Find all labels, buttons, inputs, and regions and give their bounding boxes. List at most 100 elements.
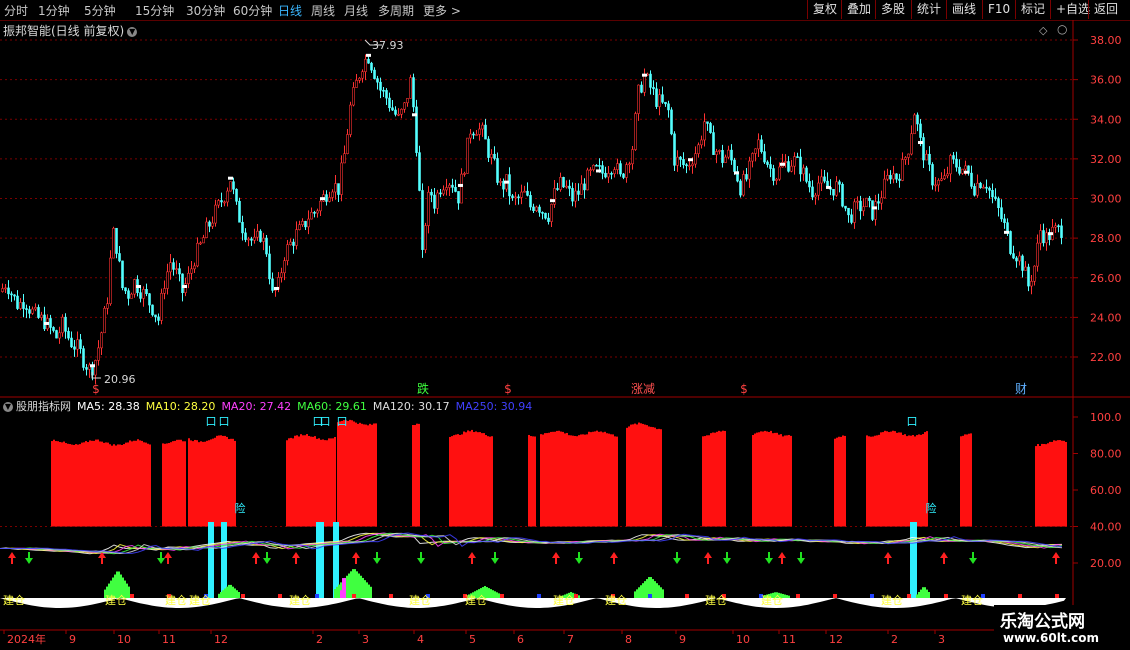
indicator-panel: 口口口口口口险 险建仓 建仓 建仓 建仓 建仓 建仓 建仓 建仓 建仓 建仓 建仓 建仓 建仓 (0, 415, 1067, 608)
candle-body (190, 268, 193, 274)
period-item[interactable]: 1分钟 (38, 2, 70, 19)
indicator-bar (369, 423, 371, 527)
candle-body (217, 200, 220, 206)
candle-body (418, 152, 421, 191)
indicator-bar (59, 441, 61, 527)
candle-body (982, 186, 985, 189)
multi-stock-button[interactable]: 多股 (875, 0, 910, 19)
candle-body (19, 302, 22, 309)
statistics-button[interactable]: 统计 (911, 0, 946, 19)
candle-body (934, 184, 937, 187)
chevron-down-icon[interactable]: ▼ (127, 26, 138, 37)
histogram-bar (358, 573, 360, 598)
indicator-bar (459, 434, 461, 527)
indicator-bar (375, 423, 377, 527)
candle-body (664, 101, 667, 105)
period-item[interactable]: 周线 (311, 2, 335, 19)
circle-icon[interactable]: ○ (1057, 22, 1067, 36)
candle-body (520, 191, 523, 198)
period-item[interactable]: 5分钟 (84, 2, 116, 19)
period-item[interactable]: 30分钟 (186, 2, 225, 19)
candle-body (634, 113, 637, 150)
histogram-bar (494, 591, 496, 598)
chevron-down-icon[interactable]: ▼ (3, 402, 13, 412)
candle-body (814, 194, 817, 198)
indicator-bar (135, 440, 137, 527)
event-marker: $ (740, 382, 748, 396)
indicator-bar (318, 438, 320, 527)
price-marker (964, 170, 969, 174)
indicator-bar (870, 436, 872, 527)
build-marker: 建仓 (105, 593, 127, 607)
indicator-bar (192, 441, 194, 527)
diamond-icon[interactable]: ◇ (1039, 24, 1047, 37)
indicator-bar (412, 425, 414, 527)
indicator-label: 80.00 (1090, 448, 1122, 461)
indicator-bar (477, 432, 479, 527)
indicator-bar (330, 438, 332, 527)
indicator-bar (550, 431, 552, 527)
candle-body (862, 206, 865, 212)
overlay-button[interactable]: 叠加 (841, 0, 876, 19)
candle-body (931, 164, 934, 186)
candle-body (613, 169, 616, 174)
candle-body (577, 190, 580, 195)
indicator-bar (79, 444, 81, 527)
indicator-bar (109, 444, 111, 527)
down-arrow (797, 552, 805, 564)
indicator-bar (1053, 440, 1055, 527)
candle-body (793, 156, 796, 167)
indicator-bar (1065, 441, 1067, 527)
indicator-title[interactable]: ▼ 股朋指标网 MA5: 28.38 MA10: 28.20 MA20: 27.42 MA… (3, 398, 538, 414)
candle-body (1009, 231, 1012, 254)
draw-line-button[interactable]: 画线 (946, 0, 981, 19)
indicator-bar (654, 427, 656, 527)
indicator-bar (900, 432, 902, 527)
period-item[interactable]: 月线 (344, 2, 368, 19)
kline-chart[interactable]: 口口口口口口险 险建仓 建仓 建仓 建仓 建仓 建仓 建仓 建仓 建仓 建仓 建仓 建仓 建仓 38.00… (0, 20, 1130, 650)
more-periods-item[interactable]: 更多 > (423, 2, 461, 19)
candle-body (538, 206, 541, 213)
candle-body (742, 174, 745, 196)
indicator-bar (788, 434, 790, 527)
back-button[interactable]: 返回 (1088, 0, 1123, 19)
period-item[interactable]: 多周期 (378, 2, 414, 19)
indicator-bar (656, 429, 658, 527)
price-label: 36.00 (1090, 74, 1122, 87)
candle-body (820, 176, 823, 184)
period-item[interactable]: 分时 (4, 2, 28, 19)
candle-body (898, 178, 901, 181)
mark-button[interactable]: 标记 (1015, 0, 1050, 19)
indicator-bar (556, 430, 558, 527)
time-label: 7 (567, 633, 574, 646)
indicator-bar (642, 423, 644, 527)
indicator-bar (491, 436, 493, 527)
candle-body (514, 196, 517, 199)
candle-body (406, 98, 409, 104)
indicator-bar (339, 421, 341, 527)
period-item-daily[interactable]: 日线 (278, 2, 302, 19)
f10-button[interactable]: F10 (982, 0, 1015, 19)
candle-body (1054, 225, 1057, 228)
indicator-bar (93, 440, 95, 527)
period-item[interactable]: 60分钟 (233, 2, 272, 19)
indicator-bar (341, 420, 343, 527)
candle-body (790, 165, 793, 172)
indicator-bar (906, 436, 908, 527)
candle-body (310, 212, 313, 220)
indicator-bar (610, 434, 612, 527)
stock-title[interactable]: 振邦智能(日线 前复权) ▼ (3, 22, 138, 39)
candle-body (919, 123, 922, 138)
indicator-bar (473, 432, 475, 527)
candle-body (235, 188, 238, 202)
adjust-button[interactable]: 复权 (807, 0, 842, 19)
candle-body (766, 161, 769, 165)
indicator-bar (145, 442, 147, 527)
histogram-bar (654, 581, 656, 598)
candle-body (250, 238, 253, 241)
indicator-bar (111, 445, 113, 527)
indicator-bar (166, 443, 168, 527)
indicator-bar (532, 436, 534, 527)
period-item[interactable]: 15分钟 (135, 2, 174, 19)
histogram-tick (389, 594, 393, 598)
